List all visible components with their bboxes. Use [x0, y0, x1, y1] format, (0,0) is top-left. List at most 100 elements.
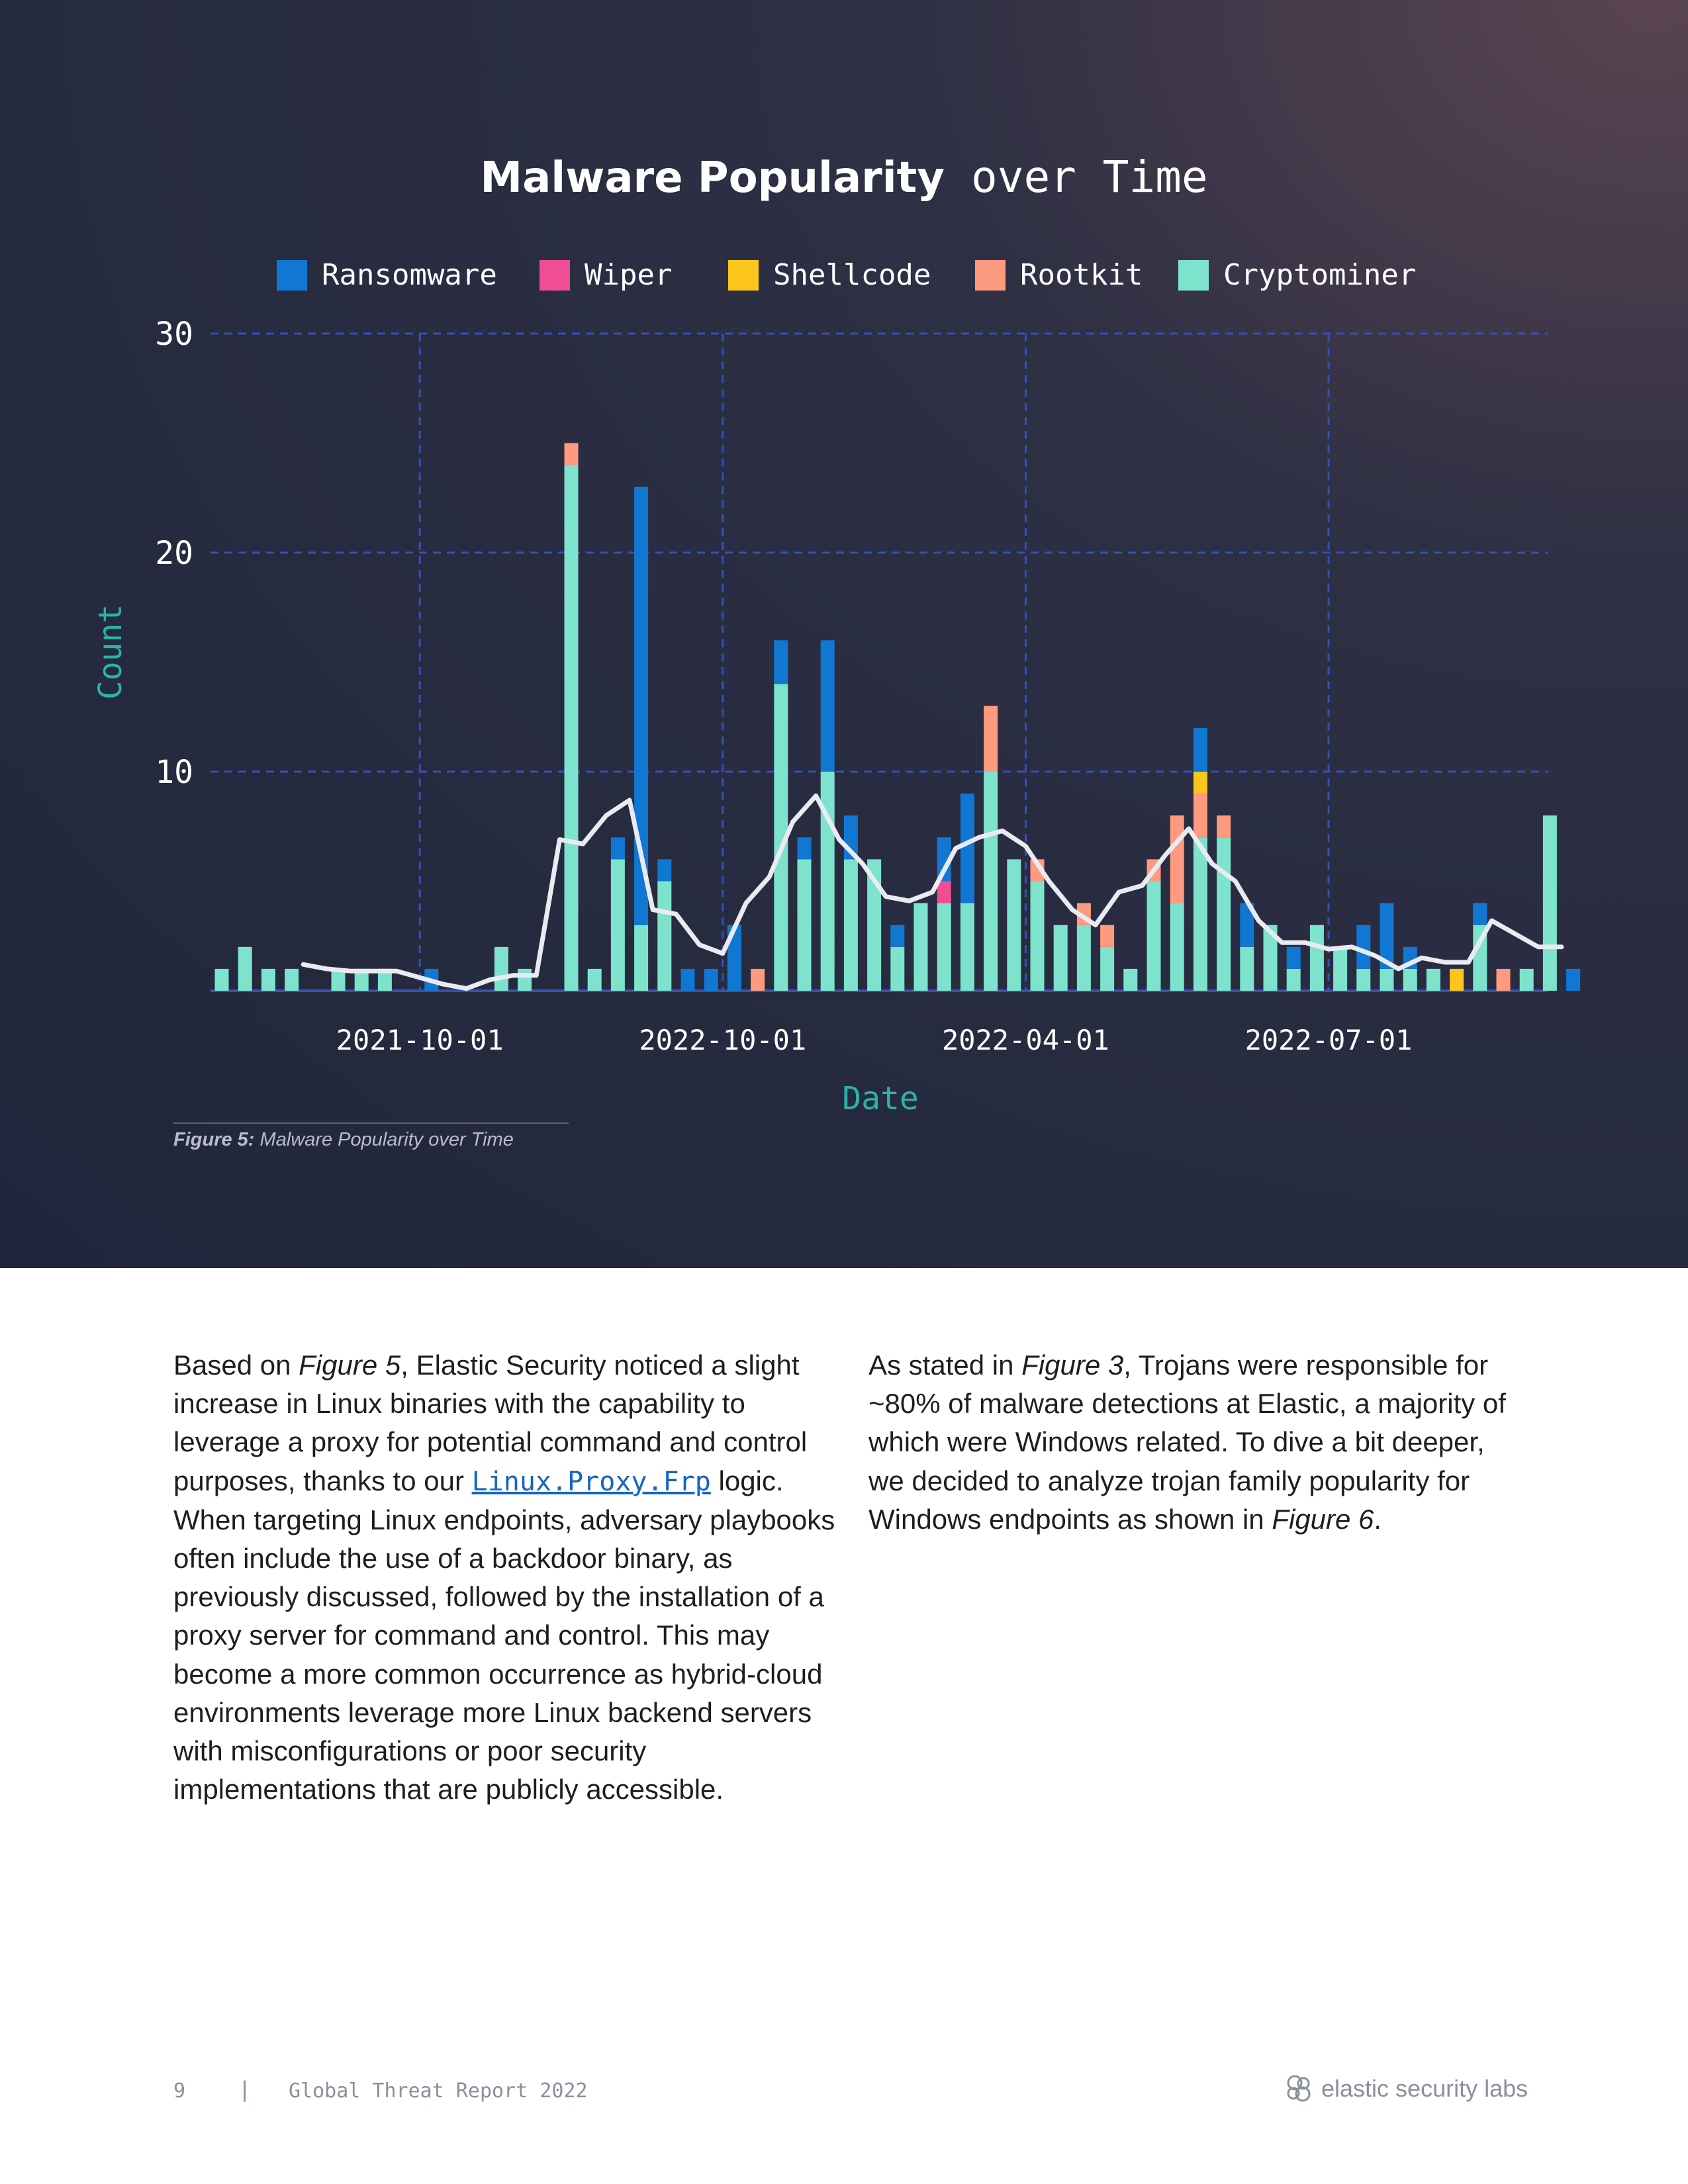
bar-cryptominer [1170, 903, 1184, 991]
legend-item-cryptominer: Cryptominer [1178, 258, 1416, 292]
y-tick-label: 10 [155, 754, 193, 791]
bar-cryptominer [238, 946, 252, 991]
bar-cryptominer [1380, 968, 1394, 991]
bar-cryptominer [797, 859, 812, 991]
bar-cryptominer [1403, 968, 1417, 991]
bar-cryptominer [1240, 946, 1254, 991]
text-run: As stated in [868, 1349, 1022, 1381]
bar-rootkit [1100, 925, 1115, 947]
bar-cryptominer [634, 925, 649, 991]
legend-item-rootkit: Rootkit [975, 258, 1143, 292]
bar-cryptominer [1076, 925, 1091, 991]
legend-label-rootkit: Rootkit [1020, 258, 1143, 292]
x-axis-title: Date [842, 1080, 919, 1117]
report-title: Global Threat Report 2022 [289, 2079, 588, 2103]
logo-text: elastic security labs [1321, 2075, 1528, 2102]
text-run: logic. When targeting Linux endpoints, a… [173, 1465, 835, 1805]
footer-separator: | [238, 2077, 252, 2102]
bar-cryptominer [261, 968, 275, 991]
bar-cryptominer [1123, 968, 1138, 991]
y-tick-label: 30 [155, 316, 193, 353]
bar-cryptominer [937, 903, 951, 991]
bar-cryptominer [1519, 968, 1534, 991]
bar-ransomware [890, 925, 905, 947]
y-axis-ticks: 10 20 30 [155, 316, 193, 791]
bar-shellcode [1193, 772, 1207, 794]
bar-ransomware [680, 968, 695, 991]
bar-cryptominer [1333, 946, 1348, 991]
legend-label-shellcode: Shellcode [773, 258, 931, 292]
bar-cryptominer [914, 903, 928, 991]
bar-cryptominer [564, 465, 579, 991]
bar-cryptominer [587, 968, 602, 991]
caption-text: Malware Popularity over Time [259, 1129, 514, 1150]
elastic-logo-icon [1287, 2075, 1311, 2102]
bar-ransomware [657, 859, 672, 882]
bar-cryptominer [214, 968, 229, 991]
bar-rootkit [1193, 794, 1207, 838]
bar-cryptominer [1217, 837, 1231, 991]
y-axis-title: Count [92, 604, 129, 700]
chart-legend: Ransomware Wiper Shellcode Rootkit Cryptomin… [277, 258, 1416, 292]
malware-popularity-chart: Malware Popularity over Time Ransomware Wi… [92, 152, 1581, 1117]
legend-item-wiper: Wiper [539, 258, 672, 292]
bar-cryptominer [657, 881, 672, 991]
bar-rootkit [1217, 815, 1231, 838]
bar-ransomware [704, 968, 718, 991]
bar-cryptominer [1100, 946, 1115, 991]
figure-reference: Figure 6 [1272, 1503, 1374, 1535]
figure-caption: Figure 5: Malware Popularity over Time [173, 1129, 514, 1151]
bar-ransomware [1473, 903, 1487, 925]
bar-cryptominer [285, 968, 299, 991]
y-tick-label: 20 [155, 535, 193, 572]
bar-ransomware [1193, 727, 1207, 772]
bar-cryptominer [960, 903, 974, 991]
bar-ransomware [1356, 925, 1371, 969]
bar-cryptominer [984, 772, 998, 991]
chart-panel: Malware Popularity over Time Ransomware Wi… [0, 0, 1688, 1268]
figure-reference: Figure 3 [1021, 1349, 1124, 1381]
bar-ransomware [1286, 946, 1301, 969]
legend-item-ransomware: Ransomware [277, 258, 497, 292]
bar-cryptominer [1426, 968, 1440, 991]
x-tick-label: 2021-10-01 [336, 1024, 504, 1056]
legend-label-cryptominer: Cryptominer [1223, 258, 1416, 292]
chart-title-rest: over Time [971, 152, 1208, 203]
bar-rootkit [564, 443, 579, 465]
linux-proxy-frp-link[interactable]: Linux.Proxy.Frp [472, 1467, 711, 1497]
elastic-security-labs-logo[interactable]: elastic security labs [1282, 2071, 1528, 2106]
body-text-right: As stated in Figure 3, Trojans were resp… [868, 1346, 1517, 1539]
x-tick-label: 2022-10-01 [639, 1024, 806, 1056]
legend-swatch-ransomware [277, 260, 307, 291]
bar-rootkit [1496, 968, 1511, 991]
page-number: 9 [173, 2079, 186, 2103]
bar-shellcode [1450, 968, 1464, 991]
legend-swatch-rootkit [975, 260, 1006, 291]
x-tick-label: 2022-07-01 [1245, 1024, 1413, 1056]
bar-cryptominer [1286, 968, 1301, 991]
text-run: . [1374, 1503, 1382, 1535]
chart-title: Malware Popularity over Time [480, 152, 1207, 203]
bar-cryptominer [890, 946, 905, 991]
bar-ransomware [797, 837, 812, 860]
bar-cryptominer [1007, 859, 1021, 991]
body-text-left: Based on Figure 5, Elastic Security noti… [173, 1346, 835, 1809]
caption-divider [173, 1122, 569, 1124]
figure-reference: Figure 5 [299, 1349, 401, 1381]
bar-cryptominer [610, 859, 625, 991]
bar-ransomware [774, 640, 788, 684]
bar-ransomware [820, 640, 835, 772]
bar-cryptominer [1147, 881, 1161, 991]
legend-item-shellcode: Shellcode [728, 258, 931, 292]
bar-wiper [937, 881, 951, 903]
x-axis-ticks: 2021-10-01 2022-10-01 2022-04-01 2022-07-01 [336, 1024, 1413, 1056]
bar-cryptominer [1030, 881, 1045, 991]
text-run: Based on [173, 1349, 299, 1381]
bar-ransomware [610, 837, 625, 860]
legend-swatch-wiper [539, 260, 570, 291]
bar-cryptominer [494, 946, 508, 991]
legend-swatch-cryptominer [1178, 260, 1209, 291]
legend-label-ransomware: Ransomware [322, 258, 497, 292]
bar-cryptominer [1356, 968, 1371, 991]
chart-title-bold: Malware Popularity [480, 154, 945, 203]
